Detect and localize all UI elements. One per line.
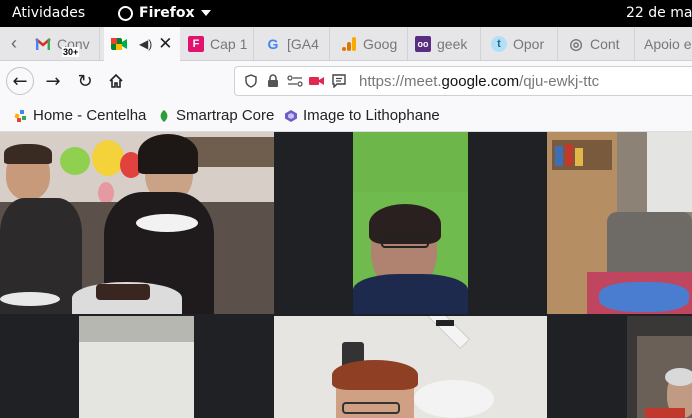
unread-badge: 30+	[62, 47, 80, 57]
tab-gmail[interactable]: Conv 30+	[28, 27, 100, 60]
video-tile-1[interactable]	[0, 132, 274, 314]
tab-label: Opor	[513, 35, 545, 52]
arrow-right-icon: →	[45, 70, 61, 92]
gmail-icon	[35, 36, 51, 52]
chevron-down-icon	[200, 10, 211, 16]
bookmark-label: Smartrap Core	[176, 107, 275, 124]
video-tile-6[interactable]	[627, 316, 692, 418]
google-icon: G	[267, 35, 279, 52]
geek-icon: oo	[415, 35, 431, 52]
bookmark-label: Image to Lithophane	[303, 107, 440, 124]
tab-google-meet[interactable]: ◀) ✕	[104, 27, 180, 61]
tab-google-analytics[interactable]: Goog	[334, 27, 408, 60]
tab-label: [GA4	[287, 35, 319, 52]
video-tile-5[interactable]	[274, 316, 547, 418]
app-name: Firefox	[139, 5, 195, 21]
url-domain: google.com	[441, 72, 520, 90]
tab-apoio[interactable]: Apoio e	[637, 27, 692, 60]
leaf-icon	[160, 109, 168, 122]
arrow-left-icon: ←	[12, 70, 28, 92]
speaker-icon[interactable]: ◀)	[139, 37, 152, 51]
tab-ga4[interactable]: G [GA4	[258, 27, 330, 60]
bookmarks-toolbar: Home - Centelha Smartrap Core Image to L…	[0, 99, 692, 132]
url-bar[interactable]: https://meet.google.com/qju-ewkj-ttc	[234, 66, 692, 96]
home-icon	[109, 73, 123, 88]
bookmark-label: Home - Centelha	[33, 107, 147, 124]
permissions-icon[interactable]	[287, 73, 303, 89]
firefox-icon	[118, 5, 133, 21]
bookmark-home-centelha[interactable]: Home - Centelha	[14, 107, 146, 124]
tab-opor[interactable]: t Opor	[484, 27, 558, 60]
forward-button[interactable]: →	[39, 67, 67, 95]
shield-icon[interactable]	[243, 73, 259, 89]
video-tile-4[interactable]	[79, 316, 194, 418]
back-button[interactable]: ←	[6, 67, 34, 95]
tab-label: Goog	[363, 35, 398, 52]
video-tile-2[interactable]	[353, 132, 468, 314]
tab-label: Apoio e	[644, 35, 692, 52]
close-tab-icon[interactable]: ✕	[158, 34, 172, 54]
reload-icon: ↻	[77, 70, 93, 92]
navigation-toolbar: ← → ↻ https://meet.google.com/qju-ewkj-t…	[0, 61, 692, 99]
clock[interactable]: 22 de mar	[626, 5, 692, 21]
lock-icon[interactable]	[265, 73, 281, 89]
form-icon: F	[188, 35, 204, 52]
tab-label: geek	[437, 35, 468, 52]
tab-cont[interactable]: ◎ Cont	[561, 27, 635, 60]
video-tile-3[interactable]	[547, 132, 692, 314]
globe-icon: ◎	[569, 35, 583, 53]
analytics-icon	[341, 36, 357, 52]
tab-cap[interactable]: F Cap 1	[181, 27, 254, 60]
tab-geek[interactable]: oo geek	[408, 27, 481, 60]
t-icon: t	[491, 35, 507, 52]
meet-video-grid	[0, 132, 692, 418]
activities-button[interactable]: Atividades	[12, 5, 85, 21]
tab-bar: ‹ Conv 30+ ◀) ✕ F Cap 1 G [GA4 Goog oo g…	[0, 27, 692, 61]
google-meet-icon	[111, 36, 127, 52]
url-prefix: https://meet.	[359, 72, 442, 90]
app-menu[interactable]: Firefox	[118, 5, 211, 21]
url-path: /qju-ewkj-ttc	[519, 72, 600, 90]
system-top-bar: Atividades Firefox 22 de mar	[0, 0, 692, 27]
lithophane-icon	[285, 109, 297, 122]
home-button[interactable]	[102, 67, 130, 95]
message-icon[interactable]	[331, 73, 347, 89]
centelha-icon	[14, 109, 26, 122]
camera-icon[interactable]	[309, 73, 325, 89]
tab-scroll-left-button[interactable]: ‹	[0, 27, 28, 60]
bookmark-smartrap-core[interactable]: Smartrap Core	[157, 107, 274, 124]
tab-label: Cont	[590, 35, 620, 52]
url-text: https://meet.google.com/qju-ewkj-ttc	[359, 73, 599, 90]
tab-label: Cap 1	[210, 35, 248, 52]
reload-button[interactable]: ↻	[71, 67, 99, 95]
bookmark-image-to-lithophane[interactable]: Image to Lithophane	[284, 107, 440, 124]
